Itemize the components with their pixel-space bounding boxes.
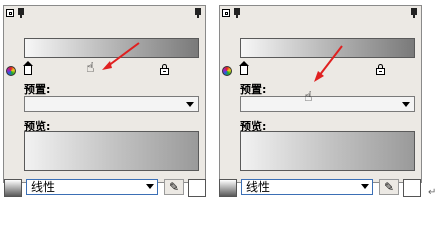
- gradient-type-select[interactable]: 线性: [26, 179, 158, 195]
- color-box[interactable]: [403, 179, 421, 197]
- gradient-toolbar-right: 线性 ✎: [219, 177, 429, 199]
- gradient-panel-right: 预置: ☝ 预览:: [219, 5, 422, 183]
- return-icon: ↵: [428, 187, 437, 198]
- gradient-swatch[interactable]: [219, 179, 237, 197]
- gradient-panel-left: ☝ 预置: 预览:: [3, 5, 206, 183]
- color-box[interactable]: [188, 179, 206, 197]
- chevron-down-icon: [146, 184, 154, 189]
- chevron-down-icon: [361, 184, 369, 189]
- pencil-icon[interactable]: ✎: [164, 179, 184, 195]
- preset-dropdown[interactable]: [24, 96, 199, 112]
- gradient-type-value: 线性: [246, 180, 271, 194]
- pencil-icon[interactable]: ✎: [379, 179, 399, 195]
- gradient-preview: [24, 131, 199, 171]
- gradient-swatch[interactable]: [4, 179, 22, 197]
- gradient-type-value: 线性: [31, 180, 56, 194]
- gradient-type-select[interactable]: 线性: [241, 179, 373, 195]
- preset-label: 预置:: [24, 83, 51, 96]
- gradient-preview: [240, 131, 415, 171]
- gradient-toolbar-left: 线性 ✎: [4, 177, 210, 199]
- chevron-down-icon: [186, 102, 194, 107]
